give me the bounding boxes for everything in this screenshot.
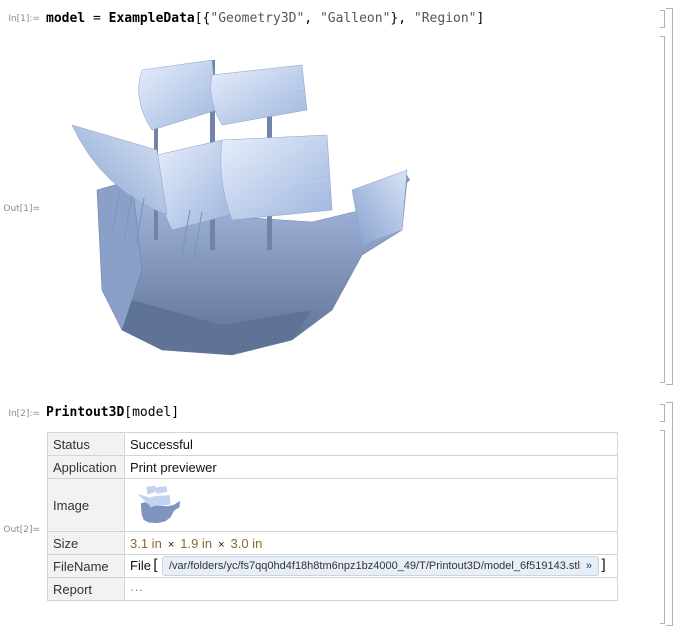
- galleon-3d-model[interactable]: [62, 40, 422, 385]
- application-value: Print previewer: [124, 455, 618, 479]
- sail-mid-right: [220, 134, 333, 221]
- code-arg: model: [132, 405, 172, 420]
- output-bracket-1[interactable]: [660, 36, 665, 383]
- cell-group-bracket-1[interactable]: [666, 8, 673, 385]
- table-row: Report ···: [47, 577, 618, 601]
- image-value: [124, 478, 618, 532]
- code-open: [: [124, 405, 133, 420]
- image-key: Image: [47, 478, 125, 532]
- size-value: 3.1 in × 1.9 in × 3.0 in: [124, 531, 618, 555]
- input-bracket-1[interactable]: [660, 10, 665, 28]
- code-close: },: [390, 11, 414, 26]
- table-row: Size 3.1 in × 1.9 in × 3.0 in: [47, 531, 618, 555]
- size-depth: 3.0 in: [230, 535, 263, 551]
- table-row: Status Successful: [47, 432, 618, 456]
- open-bracket-icon: [: [150, 555, 160, 574]
- status-key: Status: [47, 432, 125, 456]
- table-row: Application Print previewer: [47, 455, 618, 479]
- report-value[interactable]: ···: [124, 577, 618, 601]
- out-label-2: Out[2]=: [3, 525, 40, 535]
- code-function: Printout3D: [46, 405, 125, 420]
- input-cell-1[interactable]: model = ExampleData[{"Geometry3D", "Gall…: [46, 11, 484, 26]
- cell-group-bracket-2[interactable]: [666, 402, 673, 626]
- input-cell-2[interactable]: Printout3D[model]: [46, 405, 179, 420]
- code-function: ExampleData: [108, 11, 195, 26]
- code-variable: model: [46, 11, 86, 26]
- out-label-1: Out[1]=: [3, 204, 40, 214]
- output-bracket-2[interactable]: [660, 430, 665, 624]
- report-key: Report: [47, 577, 125, 601]
- input-bracket-2[interactable]: [660, 404, 665, 422]
- code-close: ]: [476, 11, 485, 26]
- in-label-1: In[1]:=: [8, 14, 40, 24]
- galleon-thumbnail[interactable]: [134, 483, 184, 527]
- size-height: 1.9 in: [180, 535, 213, 551]
- code-string: "Region": [413, 11, 477, 26]
- code-sep: ,: [304, 11, 320, 26]
- printout-result-table: Status Successful Application Print prev…: [47, 432, 618, 601]
- filename-key: FileName: [47, 554, 125, 578]
- close-bracket-icon: ]: [599, 555, 609, 574]
- code-assign: =: [85, 11, 109, 26]
- size-key: Size: [47, 531, 125, 555]
- application-key: Application: [47, 455, 125, 479]
- code-close: ]: [171, 405, 180, 420]
- filename-value: File[ /var/folders/yc/fs7qq0hd4f18h8tm6np…: [124, 554, 618, 578]
- code-string: "Geometry3D": [210, 11, 305, 26]
- file-path: /var/folders/yc/fs7qq0hd4f18h8tm6npz1bz4…: [168, 560, 580, 573]
- sail-top-left: [138, 59, 218, 131]
- table-row: FileName File[ /var/folders/yc/fs7qq0hd4f…: [47, 554, 618, 578]
- file-prefix: File: [130, 557, 151, 573]
- chevron-right-icon[interactable]: »: [586, 560, 592, 572]
- status-value: Successful: [124, 432, 618, 456]
- code-open: [{: [194, 11, 211, 26]
- times-sign: ×: [167, 538, 175, 551]
- code-string: "Galleon": [319, 11, 391, 26]
- file-path-box[interactable]: /var/folders/yc/fs7qq0hd4f18h8tm6npz1bz4…: [161, 556, 600, 577]
- bow-sail: [351, 169, 408, 246]
- times-sign: ×: [218, 538, 225, 551]
- in-label-2: In[2]:=: [8, 409, 40, 419]
- table-row: Image: [47, 478, 618, 532]
- size-width: 3.1 in: [130, 535, 162, 551]
